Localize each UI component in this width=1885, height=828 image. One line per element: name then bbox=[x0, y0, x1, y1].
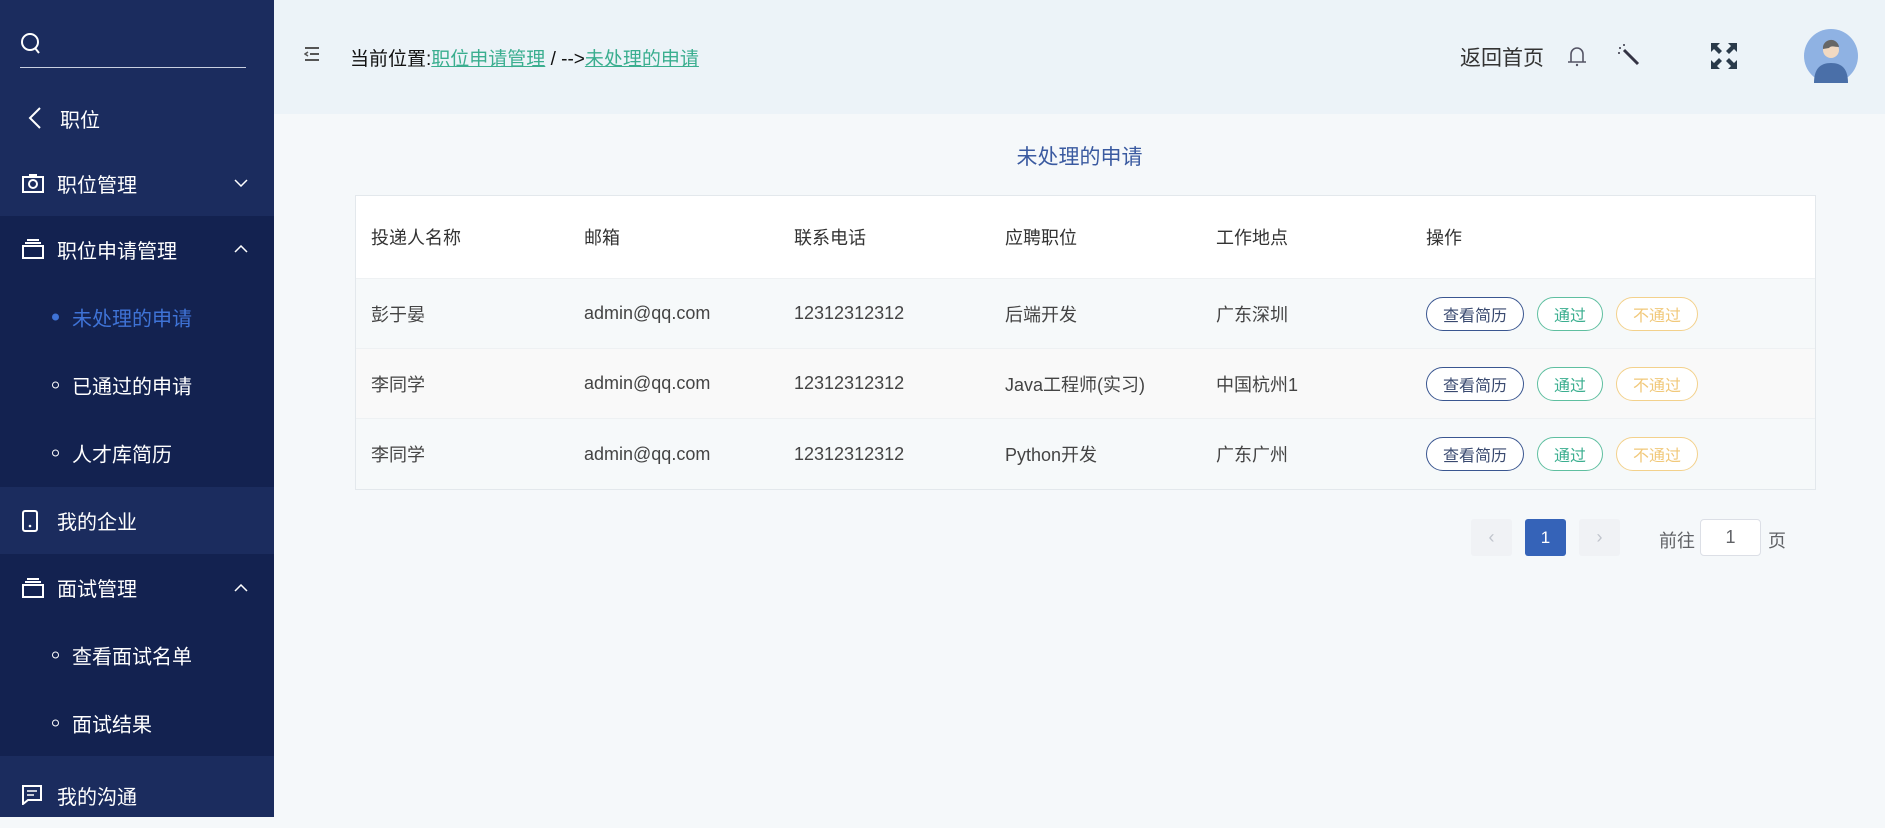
reject-button[interactable]: 不通过 bbox=[1616, 366, 1699, 401]
cell-email: admin@qq.com bbox=[584, 303, 711, 323]
sidebar-item-label: 已通过的申请 bbox=[72, 376, 192, 399]
bell-icon[interactable] bbox=[1566, 44, 1588, 68]
sidebar-item-job-management[interactable]: 职位管理 bbox=[0, 150, 274, 216]
sidebar-item-interview-results[interactable]: 面试结果 bbox=[0, 689, 274, 756]
view-resume-button[interactable]: 查看简历 bbox=[1426, 437, 1525, 471]
home-link[interactable]: 返回首页 bbox=[1460, 42, 1544, 72]
sidebar-item-interview-list[interactable]: 查看面试名单 bbox=[0, 621, 274, 689]
column-header: 投递人名称 bbox=[371, 228, 461, 248]
table-header: 投递人名称 邮箱 联系电话 应聘职位 工作地点 操作 bbox=[356, 196, 1815, 279]
cell-name: 彭于晏 bbox=[371, 304, 425, 325]
page-title: 未处理的申请 bbox=[1016, 146, 1143, 169]
avatar[interactable] bbox=[1804, 29, 1858, 83]
column-header: 操作 bbox=[1426, 228, 1462, 248]
bullet-icon bbox=[52, 381, 59, 389]
cell-actions: 查看简历 通过 不通过 bbox=[1411, 437, 1815, 471]
bullet-icon bbox=[52, 651, 59, 659]
breadcrumb-current-link[interactable]: 未处理的申请 bbox=[585, 49, 699, 70]
cell-name: 李同学 bbox=[371, 445, 425, 465]
chevron-up-icon bbox=[234, 245, 248, 253]
inbox-icon bbox=[22, 577, 44, 598]
sidebar-item-my-chat[interactable]: 我的沟通 bbox=[0, 762, 274, 828]
sidebar-back-label: 职位 bbox=[60, 109, 100, 132]
sidebar-item-label: 面试结果 bbox=[72, 714, 152, 736]
cell-location: 广东深圳 bbox=[1216, 304, 1288, 325]
sidebar-item-label: 我的沟通 bbox=[57, 786, 137, 809]
cell-email: admin@qq.com bbox=[584, 373, 711, 393]
sidebar-back[interactable]: 职位 bbox=[0, 92, 274, 144]
table-row: 李同学 admin@qq.com 12312312312 Java工程师(实习)… bbox=[356, 349, 1815, 419]
prev-page-button[interactable]: ‹ bbox=[1471, 519, 1512, 556]
sidebar-item-talent-pool[interactable]: 人才库简历 bbox=[0, 419, 274, 487]
magic-wand-icon[interactable] bbox=[1616, 42, 1642, 68]
approve-button[interactable]: 通过 bbox=[1537, 296, 1604, 331]
inbox-icon bbox=[22, 239, 44, 259]
column-header: 邮箱 bbox=[584, 228, 620, 248]
column-header: 工作地点 bbox=[1216, 228, 1288, 248]
reject-button[interactable]: 不通过 bbox=[1616, 296, 1699, 331]
cell-position: Python开发 bbox=[1005, 445, 1098, 465]
goto-label: 前往 bbox=[1659, 531, 1695, 551]
sidebar-item-label: 人才库简历 bbox=[72, 444, 172, 467]
chevron-down-icon bbox=[234, 179, 248, 187]
chevron-up-icon bbox=[234, 583, 248, 592]
breadcrumb-parent-link[interactable]: 职位申请管理 bbox=[431, 49, 545, 70]
sidebar: 职位 职位管理 职位申请管理 未处理的申请 已通过的申请 人才库简历 我的企业 … bbox=[0, 0, 274, 817]
reject-button[interactable]: 不通过 bbox=[1616, 437, 1699, 471]
menu-fold-icon[interactable] bbox=[304, 46, 320, 62]
bullet-icon bbox=[52, 719, 59, 726]
table-row: 李同学 admin@qq.com 12312312312 Python开发 广东… bbox=[356, 419, 1815, 489]
approve-button[interactable]: 通过 bbox=[1537, 437, 1604, 471]
sidebar-search[interactable] bbox=[20, 26, 246, 68]
cell-phone: 12312312312 bbox=[794, 443, 905, 464]
table-row: 彭于晏 admin@qq.com 12312312312 后端开发 广东深圳 查… bbox=[356, 279, 1815, 349]
page-suffix: 页 bbox=[1768, 531, 1786, 551]
sidebar-item-approved[interactable]: 已通过的申请 bbox=[0, 351, 274, 419]
cell-position: Java工程师(实习) bbox=[1005, 374, 1146, 395]
breadcrumb: 当前位置:职位申请管理 / -->未处理的申请 bbox=[350, 44, 699, 71]
breadcrumb-prefix: 当前位置: bbox=[350, 49, 432, 70]
page-number-button[interactable]: 1 bbox=[1525, 519, 1566, 556]
camera-icon bbox=[22, 174, 44, 193]
header: 当前位置:职位申请管理 / -->未处理的申请 返回首页 bbox=[274, 0, 1885, 114]
sidebar-item-application-management[interactable]: 职位申请管理 bbox=[0, 216, 274, 282]
view-resume-button[interactable]: 查看简历 bbox=[1426, 366, 1525, 401]
message-icon bbox=[22, 785, 42, 805]
bullet-icon bbox=[52, 313, 59, 321]
approve-button[interactable]: 通过 bbox=[1537, 366, 1604, 401]
sidebar-item-label: 面试管理 bbox=[57, 579, 137, 601]
cell-email: admin@qq.com bbox=[584, 443, 711, 464]
sidebar-group-applications: 职位申请管理 未处理的申请 已通过的申请 人才库简历 bbox=[0, 216, 274, 487]
cell-phone: 12312312312 bbox=[794, 303, 905, 323]
search-input[interactable] bbox=[50, 32, 240, 60]
fullscreen-icon[interactable] bbox=[1710, 42, 1738, 70]
breadcrumb-separator: / --> bbox=[545, 49, 585, 70]
cell-position: 后端开发 bbox=[1005, 304, 1077, 325]
cell-name: 李同学 bbox=[371, 374, 425, 395]
sidebar-item-label: 未处理的申请 bbox=[72, 308, 192, 331]
pagination: ‹ 1 › 前往 页 bbox=[0, 519, 1885, 556]
sidebar-item-label: 职位申请管理 bbox=[57, 240, 177, 263]
cell-location: 中国杭州1 bbox=[1216, 374, 1299, 395]
cell-actions: 查看简历 通过 不通过 bbox=[1411, 366, 1815, 401]
search-icon bbox=[21, 33, 40, 54]
column-header: 联系电话 bbox=[794, 228, 866, 248]
cell-actions: 查看简历 通过 不通过 bbox=[1411, 296, 1815, 331]
sidebar-group-interviews: 面试管理 查看面试名单 面试结果 bbox=[0, 554, 274, 756]
sidebar-item-label: 查看面试名单 bbox=[72, 646, 192, 669]
sidebar-item-unprocessed[interactable]: 未处理的申请 bbox=[0, 283, 274, 351]
sidebar-item-interview-management[interactable]: 面试管理 bbox=[0, 554, 274, 621]
next-page-button[interactable]: › bbox=[1579, 519, 1620, 556]
applications-table: 投递人名称 邮箱 联系电话 应聘职位 工作地点 操作 彭于晏 admin@qq.… bbox=[355, 195, 1816, 490]
bullet-icon bbox=[52, 449, 59, 457]
goto-page-input[interactable] bbox=[1700, 519, 1761, 556]
chevron-left-icon bbox=[28, 107, 41, 129]
column-header: 应聘职位 bbox=[1005, 228, 1077, 248]
cell-phone: 12312312312 bbox=[794, 373, 905, 393]
sidebar-item-label: 职位管理 bbox=[57, 174, 137, 197]
cell-location: 广东广州 bbox=[1216, 445, 1288, 465]
view-resume-button[interactable]: 查看简历 bbox=[1426, 296, 1525, 331]
